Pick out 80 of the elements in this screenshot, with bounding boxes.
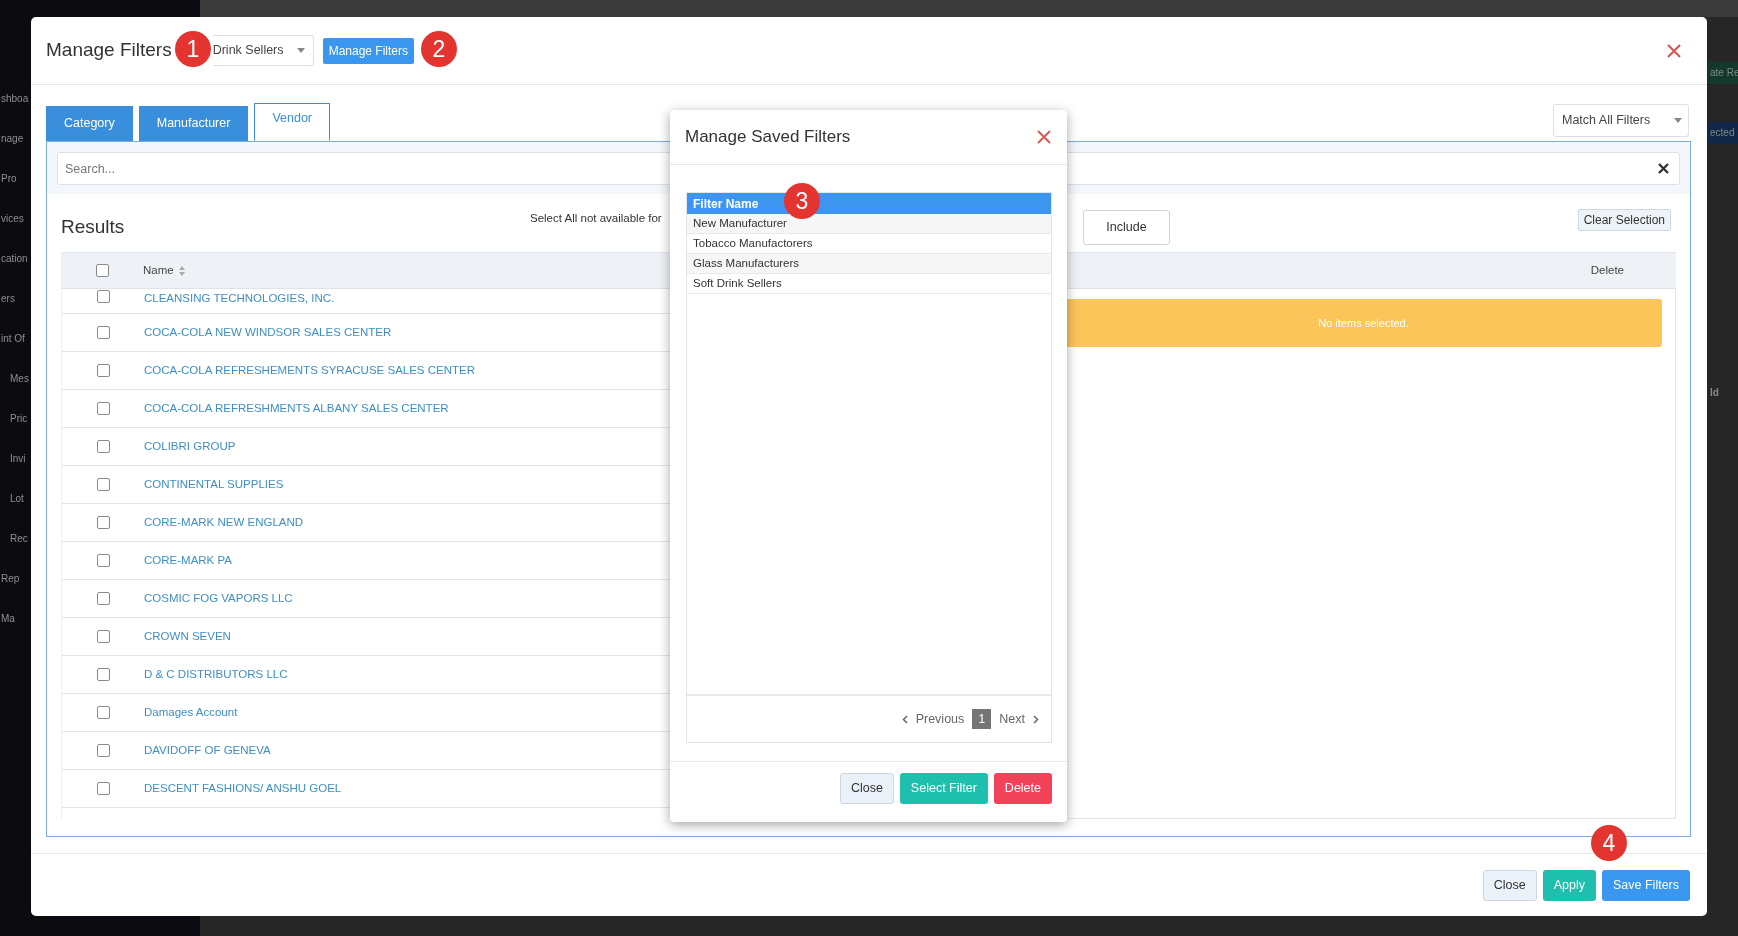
row-checkbox[interactable] xyxy=(96,290,110,303)
sidebar-item: Ma xyxy=(1,612,15,626)
row-checkbox[interactable] xyxy=(96,326,110,339)
sidebar-item: Rep xyxy=(1,572,20,586)
caret-icon xyxy=(296,48,305,53)
sidebar-item: shboa xyxy=(1,92,29,106)
vendor-link[interactable]: DAVIDOFF OF GENEVA xyxy=(144,741,271,760)
vendor-link[interactable]: COSMIC FOG VAPORS LLC xyxy=(144,589,293,608)
vendor-link[interactable]: CROWN SEVEN xyxy=(144,627,231,646)
close-button[interactable]: Close xyxy=(839,772,894,804)
caret-icon xyxy=(1674,118,1682,123)
close-button[interactable]: Close xyxy=(1482,869,1537,901)
sort-icon[interactable] xyxy=(178,265,185,276)
vendor-link[interactable]: CORE-MARK NEW ENGLAND xyxy=(144,513,304,532)
row-checkbox[interactable] xyxy=(96,554,110,567)
dialog-title: Manage Saved Filters xyxy=(685,126,851,149)
column-header[interactable]: Name xyxy=(143,261,174,280)
sidebar-item: cation xyxy=(1,252,28,266)
filter-tab[interactable]: Vendor xyxy=(254,103,330,141)
filter-tab[interactable]: Category xyxy=(46,106,133,141)
row-checkbox[interactable] xyxy=(96,668,110,681)
select-filter-button[interactable]: Select Filter xyxy=(899,772,988,804)
sidebar-item: Pric xyxy=(10,412,28,426)
sidebar-item: Mes xyxy=(10,372,29,386)
saved-filter-row[interactable]: Soft Drink Sellers xyxy=(687,274,1051,294)
save-button[interactable]: Save Filters xyxy=(1602,869,1690,901)
background-label: ld xyxy=(1709,386,1720,400)
vendor-link[interactable]: CORE-MARK PA xyxy=(144,551,232,570)
sidebar-item: Pro xyxy=(1,172,17,186)
page-button[interactable]: 1 xyxy=(972,709,992,729)
vendor-link[interactable]: D & C DISTRIBUTORS LLC xyxy=(144,665,288,684)
sidebar-item: int Of xyxy=(1,332,25,346)
row-checkbox[interactable] xyxy=(96,782,110,795)
saved-filter-row[interactable]: New Manufacturer xyxy=(687,214,1051,234)
include-button[interactable]: Include xyxy=(1083,210,1170,245)
vendor-link[interactable]: Damages Account xyxy=(144,703,238,722)
vendor-link[interactable]: COCA-COLA REFRESHMENTS ALBANY SALES CENTER xyxy=(144,399,449,418)
row-checkbox[interactable] xyxy=(96,440,110,453)
clear-icon[interactable] xyxy=(1658,163,1669,174)
row-checkbox[interactable] xyxy=(96,706,110,719)
manage-filters-button[interactable]: Manage Filters xyxy=(322,37,415,64)
match-mode-select[interactable]: Match All Filters xyxy=(1553,104,1689,137)
row-checkbox[interactable] xyxy=(96,592,110,605)
modal-title: Manage Filters xyxy=(46,38,172,63)
previous-page-link[interactable]: Previous xyxy=(897,709,969,729)
select-all-note: Select All not available for xyxy=(530,211,662,227)
next-page-link[interactable]: Next xyxy=(995,709,1043,729)
sidebar-item: Rec xyxy=(10,532,28,546)
vendor-link[interactable]: COCA-COLA REFRESHEMENTS SYRACUSE SALES CENTER xyxy=(144,361,475,380)
background-label: ected xyxy=(1708,122,1738,144)
sidebar-item: Invi xyxy=(10,452,26,466)
saved-filter-row[interactable]: Glass Manufacturers xyxy=(687,254,1051,274)
vendor-link[interactable]: COLIBRI GROUP xyxy=(144,437,236,456)
apply-button[interactable]: Apply xyxy=(1542,869,1596,901)
row-checkbox[interactable] xyxy=(96,364,110,377)
sidebar-item: ers xyxy=(1,292,15,306)
delete-button[interactable]: Delete xyxy=(993,772,1052,804)
column-header: Delete xyxy=(1590,262,1624,278)
vendor-link[interactable]: COCA-COLA NEW WINDSOR SALES CENTER xyxy=(144,323,392,342)
filter-tab[interactable]: Manufacturer xyxy=(138,106,249,141)
sidebar-item: nage xyxy=(1,132,24,146)
row-checkbox[interactable] xyxy=(96,630,110,643)
sidebar-item: vices xyxy=(1,212,24,226)
row-checkbox[interactable] xyxy=(96,744,110,757)
empty-selection-alert: No items selected. xyxy=(1065,299,1662,347)
row-checkbox[interactable] xyxy=(96,402,110,415)
sidebar-item: Lot xyxy=(10,492,24,506)
saved-filter-select[interactable]: Drink Sellers xyxy=(212,35,314,66)
vendor-link[interactable]: DESCENT FASHIONS/ ANSHU GOEL xyxy=(144,779,342,798)
row-checkbox[interactable] xyxy=(96,516,110,529)
chevron-right-icon xyxy=(1033,714,1039,724)
close-icon[interactable] xyxy=(1666,42,1682,59)
chevron-left-icon xyxy=(901,714,908,724)
vendor-link[interactable]: CLEANSING TECHNOLOGIES, INC. xyxy=(144,290,335,308)
select-all-checkbox[interactable] xyxy=(95,264,109,277)
row-checkbox[interactable] xyxy=(96,478,110,491)
vendor-link[interactable]: CONTINENTAL SUPPLIES xyxy=(144,475,284,494)
clear-selection-button[interactable]: Clear Selection xyxy=(1577,209,1671,231)
results-heading: Results xyxy=(61,215,126,240)
close-icon[interactable] xyxy=(1037,130,1051,144)
